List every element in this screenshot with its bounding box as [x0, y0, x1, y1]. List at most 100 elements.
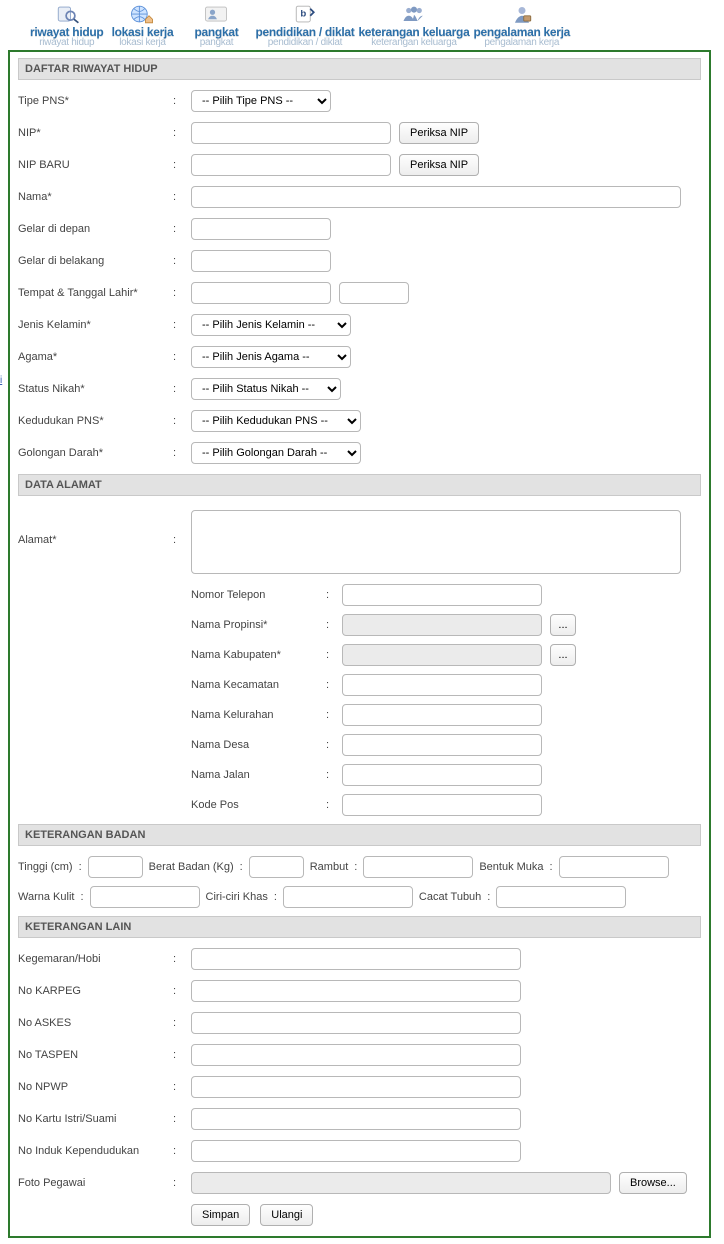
input-berat[interactable]	[249, 856, 304, 878]
colon: :	[173, 1177, 191, 1189]
colon: :	[326, 619, 342, 631]
ulangi-button[interactable]: Ulangi	[260, 1204, 313, 1226]
colon: :	[173, 953, 191, 965]
colon: :	[173, 383, 191, 395]
colon: :	[173, 415, 191, 427]
label-tipe-pns: Tipe PNS*	[18, 95, 173, 107]
input-rambut[interactable]	[363, 856, 473, 878]
label-kartu-istri-suami: No Kartu Istri/Suami	[18, 1113, 173, 1125]
colon: :	[173, 1081, 191, 1093]
nav-keterangan-keluarga[interactable]: keterangan keluarga keterangan keluarga	[358, 2, 469, 48]
input-propinsi	[342, 614, 542, 636]
input-gelar-depan[interactable]	[191, 218, 331, 240]
colon: :	[173, 127, 191, 139]
input-karpeg[interactable]	[191, 980, 521, 1002]
colon: :	[326, 769, 342, 781]
input-kodepos[interactable]	[342, 794, 542, 816]
globe-house-icon	[107, 2, 177, 26]
select-golongan-darah[interactable]: -- Pilih Golongan Darah --	[191, 442, 361, 464]
colon: :	[79, 861, 82, 873]
colon: :	[173, 985, 191, 997]
nav-pengalaman-kerja[interactable]: pengalaman kerja pengalaman kerja	[473, 2, 570, 48]
input-nama[interactable]	[191, 186, 681, 208]
colon: :	[173, 223, 191, 235]
select-jenis-kelamin[interactable]: -- Pilih Jenis Kelamin --	[191, 314, 351, 336]
label-jalan: Nama Jalan	[191, 769, 326, 781]
input-cacat-tubuh[interactable]	[496, 886, 626, 908]
colon: :	[173, 351, 191, 363]
input-askes[interactable]	[191, 1012, 521, 1034]
nav-pangkat[interactable]: pangkat pangkat	[181, 2, 251, 48]
input-npwp[interactable]	[191, 1076, 521, 1098]
input-telepon[interactable]	[342, 584, 542, 606]
colon: :	[487, 891, 490, 903]
input-ciri-khas[interactable]	[283, 886, 413, 908]
label-warna-kulit: Warna Kulit	[18, 891, 74, 903]
select-kedudukan-pns[interactable]: -- Pilih Kedudukan PNS --	[191, 410, 361, 432]
people-group-icon	[358, 2, 469, 26]
lookup-kabupaten-button[interactable]: ...	[550, 644, 576, 666]
input-tanggal-lahir[interactable]	[339, 282, 409, 304]
input-kartu-istri-suami[interactable]	[191, 1108, 521, 1130]
label-karpeg: No KARPEG	[18, 985, 173, 997]
input-nip-baru[interactable]	[191, 154, 391, 176]
select-tipe-pns[interactable]: -- Pilih Tipe PNS --	[191, 90, 331, 112]
select-agama[interactable]: -- Pilih Jenis Agama --	[191, 346, 351, 368]
input-hobi[interactable]	[191, 948, 521, 970]
label-goldar: Golongan Darah*	[18, 447, 173, 459]
input-nip[interactable]	[191, 122, 391, 144]
section-riwayat-header: DAFTAR RIWAYAT HIDUP	[18, 58, 701, 80]
label-kodepos: Kode Pos	[191, 799, 326, 811]
side-link[interactable]: i	[0, 375, 2, 386]
input-kelurahan[interactable]	[342, 704, 542, 726]
periksa-nip-baru-button[interactable]: Periksa NIP	[399, 154, 479, 176]
colon: :	[173, 159, 191, 171]
input-jalan[interactable]	[342, 764, 542, 786]
label-foto: Foto Pegawai	[18, 1177, 173, 1189]
input-nik[interactable]	[191, 1140, 521, 1162]
label-nama: Nama*	[18, 191, 173, 203]
colon: :	[173, 255, 191, 267]
colon: :	[173, 191, 191, 203]
lookup-propinsi-button[interactable]: ...	[550, 614, 576, 636]
select-status-nikah[interactable]: -- Pilih Status Nikah --	[191, 378, 341, 400]
nav-pendidikan[interactable]: b pendidikan / diklat pendidikan / dikla…	[255, 2, 354, 48]
section-alamat-header: DATA ALAMAT	[18, 474, 701, 496]
label-cacat: Cacat Tubuh	[419, 891, 481, 903]
input-bentuk-muka[interactable]	[559, 856, 669, 878]
label-gelar-belakang: Gelar di belakang	[18, 255, 173, 267]
periksa-nip-button[interactable]: Periksa NIP	[399, 122, 479, 144]
input-gelar-belakang[interactable]	[191, 250, 331, 272]
colon: :	[173, 1049, 191, 1061]
input-kabupaten	[342, 644, 542, 666]
colon: :	[550, 861, 553, 873]
top-nav: riwayat hidup riwayat hidup lokasi kerja…	[0, 0, 724, 48]
nav-riwayat-hidup[interactable]: riwayat hidup riwayat hidup	[30, 2, 103, 48]
input-kecamatan[interactable]	[342, 674, 542, 696]
nav-sub: pengalaman kerja	[473, 38, 570, 48]
colon: :	[173, 287, 191, 299]
label-ttl: Tempat & Tanggal Lahir*	[18, 287, 173, 299]
label-jk: Jenis Kelamin*	[18, 319, 173, 331]
browse-button[interactable]: Browse...	[619, 1172, 687, 1194]
label-kelurahan: Nama Kelurahan	[191, 709, 326, 721]
input-desa[interactable]	[342, 734, 542, 756]
colon: :	[80, 891, 83, 903]
simpan-button[interactable]: Simpan	[191, 1204, 250, 1226]
nav-lokasi-kerja[interactable]: lokasi kerja lokasi kerja	[107, 2, 177, 48]
label-rambut: Rambut	[310, 861, 349, 873]
colon: :	[326, 589, 342, 601]
input-taspen[interactable]	[191, 1044, 521, 1066]
label-askes: No ASKES	[18, 1017, 173, 1029]
section-lain-header: KETERANGAN LAIN	[18, 916, 701, 938]
input-foto-path	[191, 1172, 611, 1194]
magnifier-doc-icon	[30, 2, 103, 26]
colon: :	[326, 649, 342, 661]
person-card-icon	[181, 2, 251, 26]
input-tempat-lahir[interactable]	[191, 282, 331, 304]
label-bentuk-muka: Bentuk Muka	[479, 861, 543, 873]
textarea-alamat[interactable]	[191, 510, 681, 574]
label-kabupaten: Nama Kabupaten*	[191, 649, 326, 661]
input-tinggi[interactable]	[88, 856, 143, 878]
input-warna-kulit[interactable]	[90, 886, 200, 908]
